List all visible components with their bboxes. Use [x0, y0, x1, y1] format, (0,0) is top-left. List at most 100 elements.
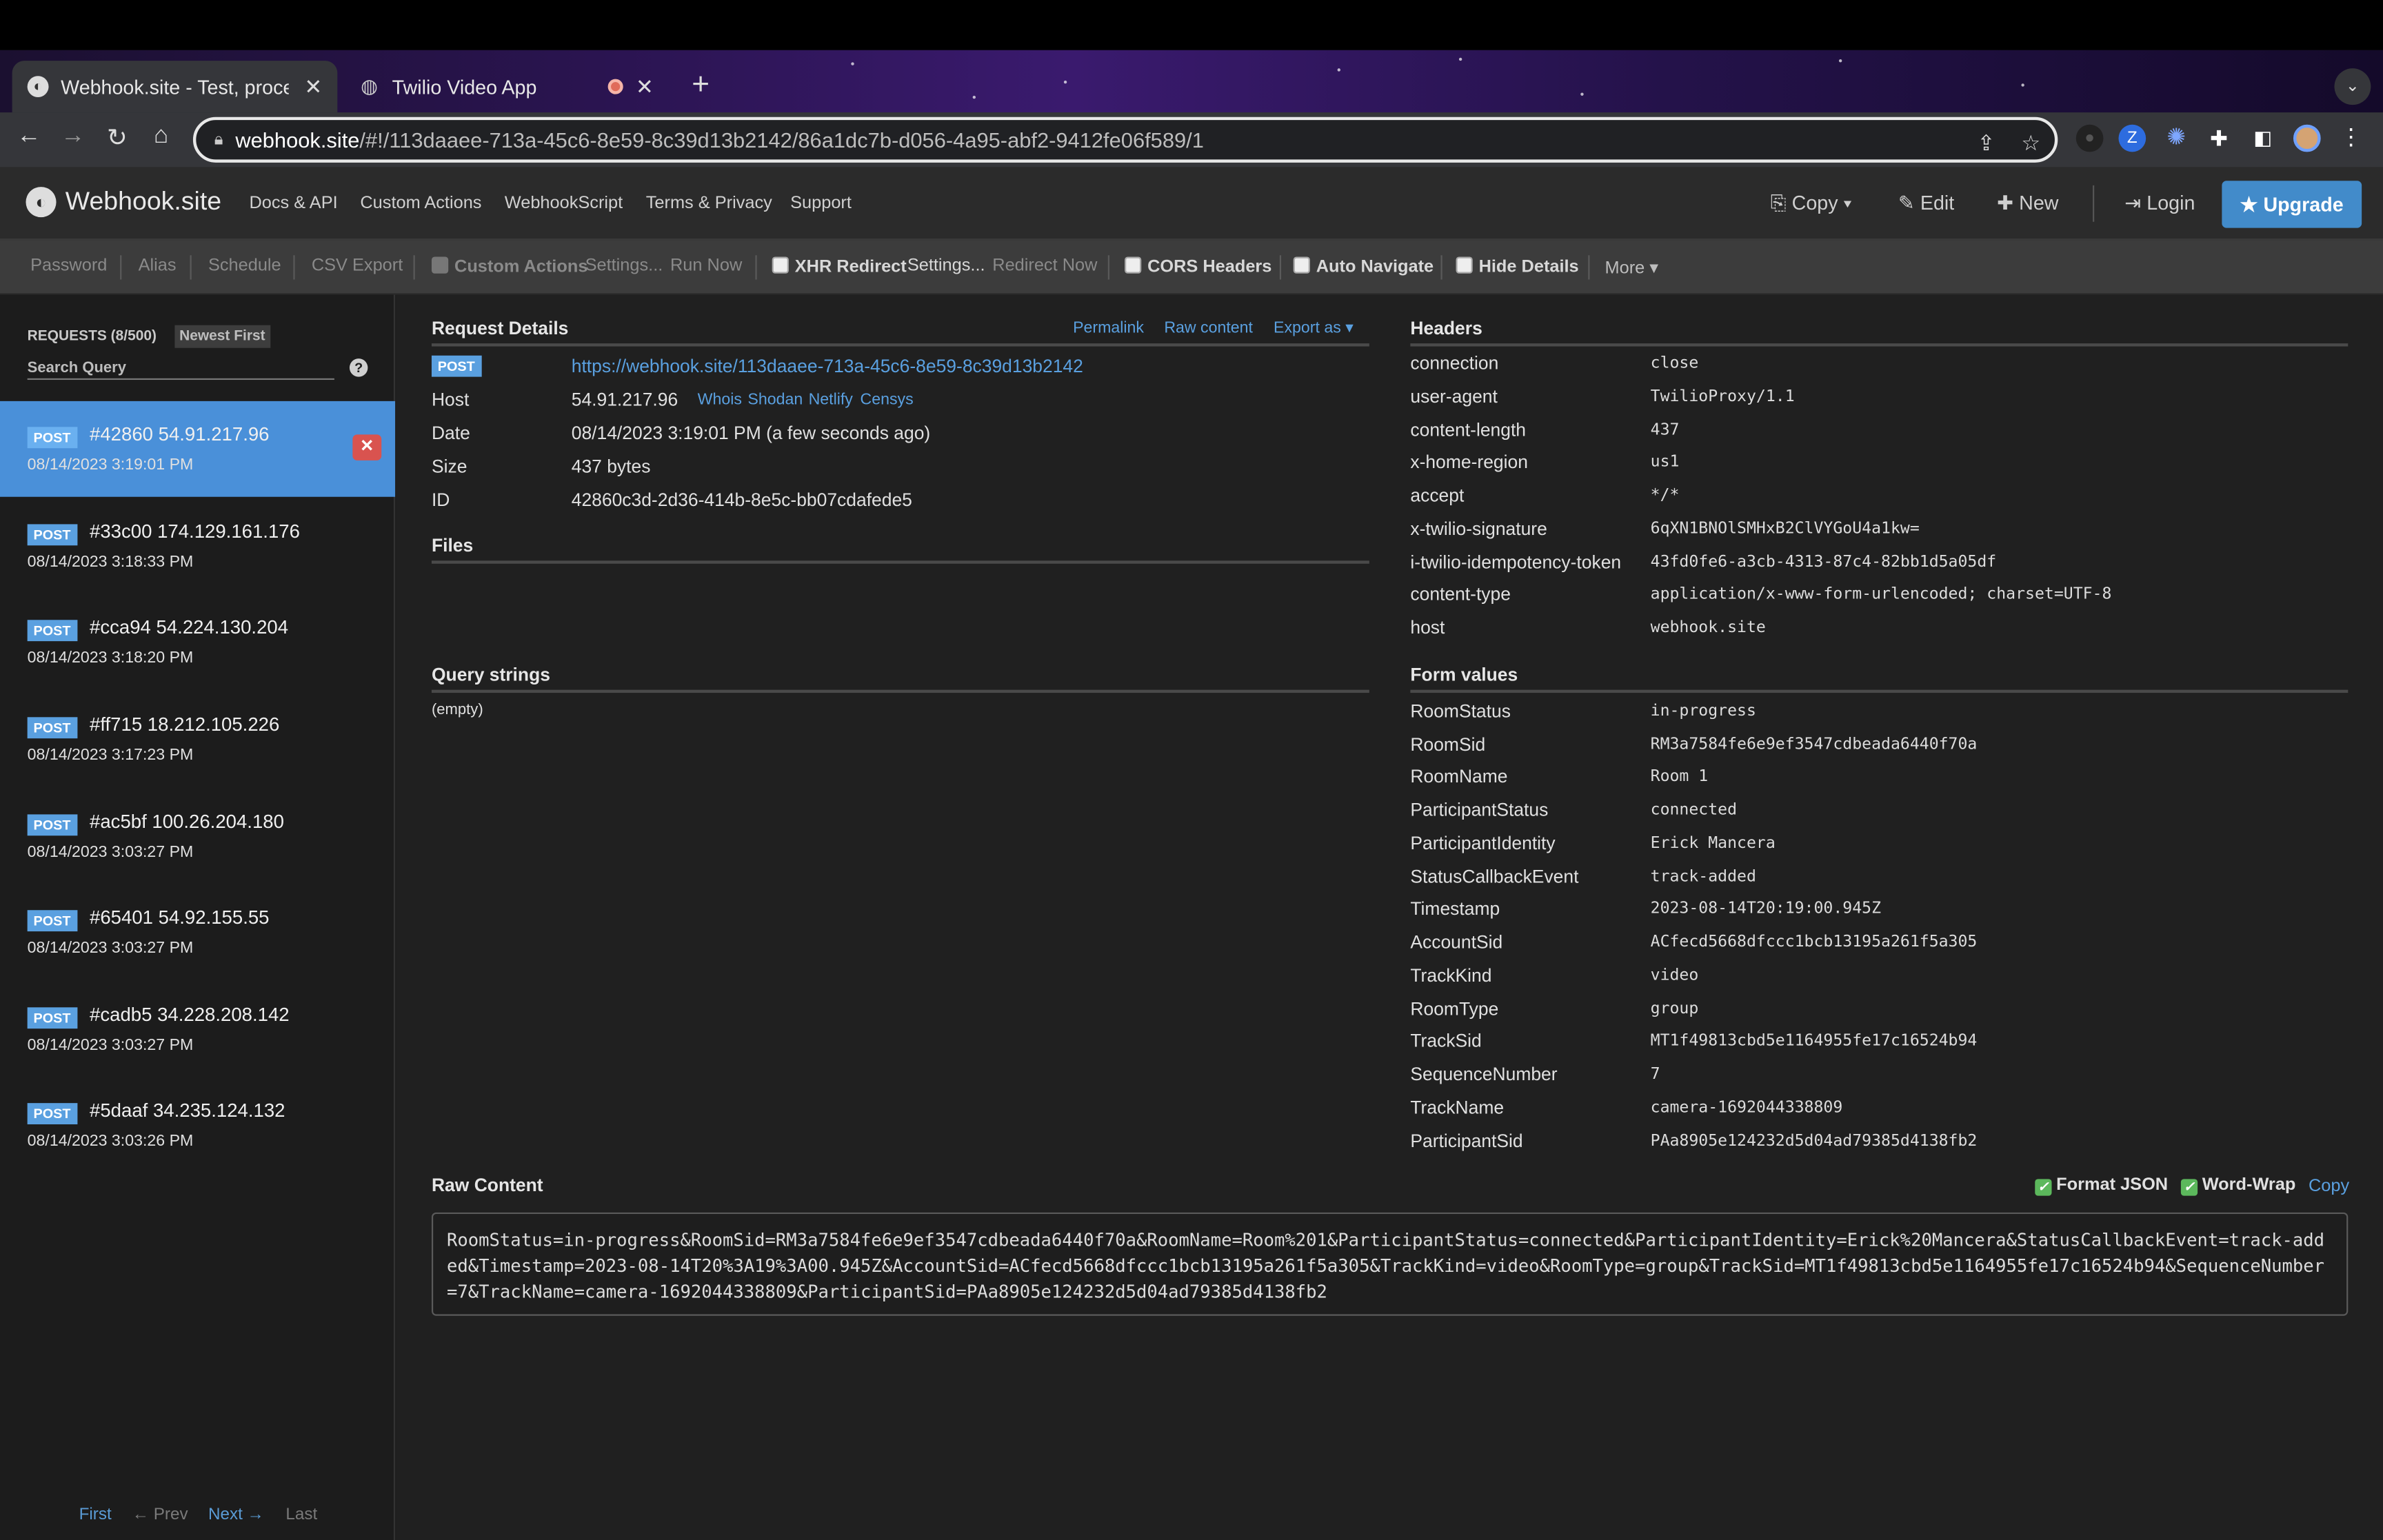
delete-icon[interactable]: ✕ — [352, 434, 382, 460]
puzzle-icon[interactable]: ✚ — [2205, 125, 2233, 152]
raw-content-link[interactable]: Raw content — [1164, 319, 1253, 337]
help-icon[interactable]: ? — [349, 358, 368, 377]
form-key: ParticipantStatus — [1410, 799, 1549, 821]
nav-webhookscript[interactable]: WebhookScript — [505, 194, 623, 212]
form-value: connected — [1650, 800, 1738, 819]
censys-link[interactable]: Censys — [861, 390, 914, 408]
pager-first[interactable]: First — [79, 1506, 112, 1523]
tab-search-icon[interactable]: ⌄ — [2334, 68, 2371, 105]
schedule-button[interactable]: Schedule — [208, 256, 281, 274]
custom-actions-settings-button[interactable]: Settings... — [585, 256, 663, 274]
sort-toggle[interactable]: Newest First — [174, 325, 270, 348]
lock-icon: 🔒︎ — [214, 130, 223, 148]
edit-button[interactable]: ✎ Edit — [1898, 192, 1954, 216]
bookmark-star-icon[interactable]: ☆ — [2021, 131, 2040, 156]
extension-icon[interactable]: ● — [2075, 124, 2104, 152]
cors-headers-toggle[interactable]: CORS Headers — [1125, 256, 1271, 276]
list-item[interactable]: POST #cca94 54.224.130.204 08/14/2023 3:… — [0, 594, 395, 690]
nav-support[interactable]: Support — [790, 194, 852, 212]
list-item[interactable]: POST #5daaf 34.235.124.132 08/14/2023 3:… — [0, 1077, 395, 1173]
pager-next[interactable]: Next → — [208, 1506, 264, 1523]
custom-actions-toggle[interactable]: Custom Actions — [431, 256, 587, 276]
checkbox-checked-icon[interactable]: ✓ — [2180, 1179, 2198, 1196]
redirect-now-button[interactable]: Redirect Now — [992, 256, 1097, 274]
format-json-toggle[interactable]: ✓ Format JSON — [2035, 1176, 2168, 1196]
tab-twilio-video[interactable]: ◍ Twilio Video App ✕ — [343, 61, 669, 112]
new-tab-icon[interactable]: + — [684, 70, 717, 103]
settings-extension-icon[interactable]: ✺ — [2162, 125, 2190, 152]
alias-button[interactable]: Alias — [139, 256, 177, 274]
login-button[interactable]: ⇥ Login — [2124, 192, 2195, 216]
request-toolbar: Password Alias Schedule CSV Export Custo… — [0, 240, 2383, 295]
form-value: 2023-08-14T20:19:00.945Z — [1650, 899, 1882, 918]
shodan-link[interactable]: Shodan — [747, 390, 803, 408]
nav-docs-api[interactable]: Docs & API — [249, 194, 337, 212]
copy-raw-button[interactable]: Copy — [2309, 1177, 2349, 1195]
list-item[interactable]: POST #ac5bf 100.26.204.180 08/14/2023 3:… — [0, 789, 395, 884]
close-icon[interactable]: ✕ — [304, 74, 322, 99]
word-wrap-label: Word-Wrap — [2202, 1175, 2296, 1195]
xhr-redirect-label: XHR Redirect — [794, 258, 907, 277]
more-vert-icon[interactable]: ⋮ — [2337, 125, 2365, 152]
nav-terms-privacy[interactable]: Terms & Privacy — [646, 194, 772, 212]
csv-export-button[interactable]: CSV Export — [312, 256, 403, 274]
list-item[interactable]: POST #42860 54.91.217.96 08/14/2023 3:19… — [0, 401, 396, 497]
home-icon[interactable]: ⌂ — [144, 123, 177, 151]
run-now-button[interactable]: Run Now — [670, 256, 742, 274]
request-url[interactable]: https://webhook.site/113daaee-713a-45c6-… — [572, 356, 1083, 377]
pager-prev[interactable]: ← Prev — [132, 1506, 188, 1523]
whois-link[interactable]: Whois — [698, 390, 742, 408]
auto-navigate-toggle[interactable]: Auto Navigate — [1293, 256, 1434, 276]
list-item[interactable]: POST #cadb5 34.228.208.142 08/14/2023 3:… — [0, 982, 395, 1077]
avatar[interactable] — [2293, 124, 2321, 152]
divider — [1410, 689, 2349, 693]
netlify-link[interactable]: Netlify — [809, 390, 853, 408]
password-button[interactable]: Password — [30, 256, 107, 274]
search-input[interactable]: Search Query — [27, 352, 334, 381]
form-value: ACfecd5668dfccc1bcb13195a261f5a305 — [1650, 933, 1978, 951]
list-item[interactable]: POST #65401 54.92.155.55 08/14/2023 3:03… — [0, 884, 395, 980]
hide-details-toggle[interactable]: Hide Details — [1456, 256, 1579, 276]
checkbox[interactable] — [772, 256, 789, 274]
nav-custom-actions[interactable]: Custom Actions — [360, 194, 481, 212]
copy-button[interactable]: ⎘ Copy ▾ — [1771, 192, 1852, 216]
requests-sidebar: REQUESTS (8/500) Newest First Search Que… — [0, 294, 396, 1540]
checkbox[interactable] — [1125, 256, 1142, 274]
logo[interactable]: ◐ Webhook.site — [26, 187, 221, 218]
new-button[interactable]: ✚ New — [1997, 192, 2058, 216]
list-item[interactable]: POST #ff715 18.212.105.226 08/14/2023 3:… — [0, 691, 395, 787]
reload-icon[interactable]: ↻ — [100, 123, 133, 154]
raw-content-body[interactable]: RoomStatus=in-progress&RoomSid=RM3a7584f… — [431, 1212, 2349, 1316]
upgrade-button[interactable]: ★ Upgrade — [2222, 181, 2362, 228]
form-value: video — [1650, 966, 1699, 985]
host-label: Host — [431, 389, 470, 411]
permalink-link[interactable]: Permalink — [1073, 319, 1144, 337]
zoom-extension-icon[interactable]: Z — [2118, 124, 2146, 152]
header-value: 43fd0fe6-a3cb-4313-87c4-82bb1d5a05df — [1650, 553, 1997, 571]
export-dropdown[interactable]: Export as ▾ — [1274, 319, 1354, 337]
word-wrap-toggle[interactable]: ✓ Word-Wrap — [2180, 1175, 2296, 1196]
request-title: #cca94 54.224.130.204 — [90, 616, 289, 638]
list-item[interactable]: POST #33c00 174.129.161.176 08/14/2023 3… — [0, 498, 395, 594]
back-icon[interactable]: ← — [12, 123, 46, 151]
divider — [431, 689, 1369, 693]
side-panel-icon[interactable]: ◧ — [2249, 125, 2277, 152]
close-icon[interactable]: ✕ — [636, 74, 654, 99]
forward-icon[interactable]: → — [57, 123, 90, 151]
xhr-settings-button[interactable]: Settings... — [907, 256, 985, 274]
checkbox[interactable] — [431, 256, 449, 274]
request-date: 08/14/2023 3:03:27 PM — [27, 843, 194, 862]
checkbox[interactable] — [1456, 256, 1473, 274]
checkbox-checked-icon[interactable]: ✓ — [2035, 1179, 2052, 1196]
request-date: 08/14/2023 3:18:20 PM — [27, 649, 194, 667]
checkbox[interactable] — [1293, 256, 1310, 274]
form-value: RM3a7584fe6e9ef3547cdbeada6440f70a — [1650, 735, 1978, 754]
address-bar[interactable]: 🔒︎ webhook.site /#!/113daaee-713a-45c6-8… — [192, 116, 2058, 163]
method-badge: POST — [27, 524, 77, 546]
header-value: TwilioProxy/1.1 — [1650, 387, 1795, 406]
tab-webhook-site[interactable]: ◐ Webhook.site - Test, process a ✕ — [12, 61, 338, 113]
xhr-redirect-toggle[interactable]: XHR Redirect — [772, 256, 907, 276]
share-icon[interactable]: ⇪ — [1978, 131, 1995, 156]
more-dropdown[interactable]: More ▾ — [1605, 256, 1659, 278]
pager-last[interactable]: Last — [285, 1506, 317, 1523]
